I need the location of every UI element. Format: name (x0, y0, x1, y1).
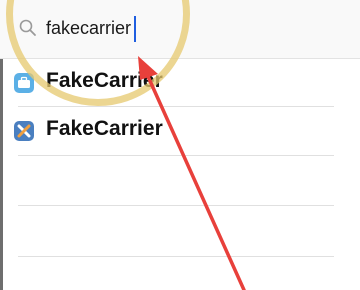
tools-app-icon (13, 120, 35, 142)
list-divider (18, 205, 334, 206)
search-result-item[interactable]: FakeCarrier (0, 107, 360, 155)
result-label: FakeCarrier (46, 117, 163, 140)
list-divider (18, 256, 334, 257)
result-label: FakeCarrier (46, 69, 163, 92)
list-divider (18, 155, 334, 156)
search-icon (18, 18, 38, 38)
briefcase-app-icon (13, 72, 35, 94)
search-bar[interactable] (0, 0, 360, 58)
search-result-item[interactable]: FakeCarrier (0, 59, 360, 107)
text-caret (134, 16, 136, 42)
search-input[interactable] (46, 15, 306, 41)
